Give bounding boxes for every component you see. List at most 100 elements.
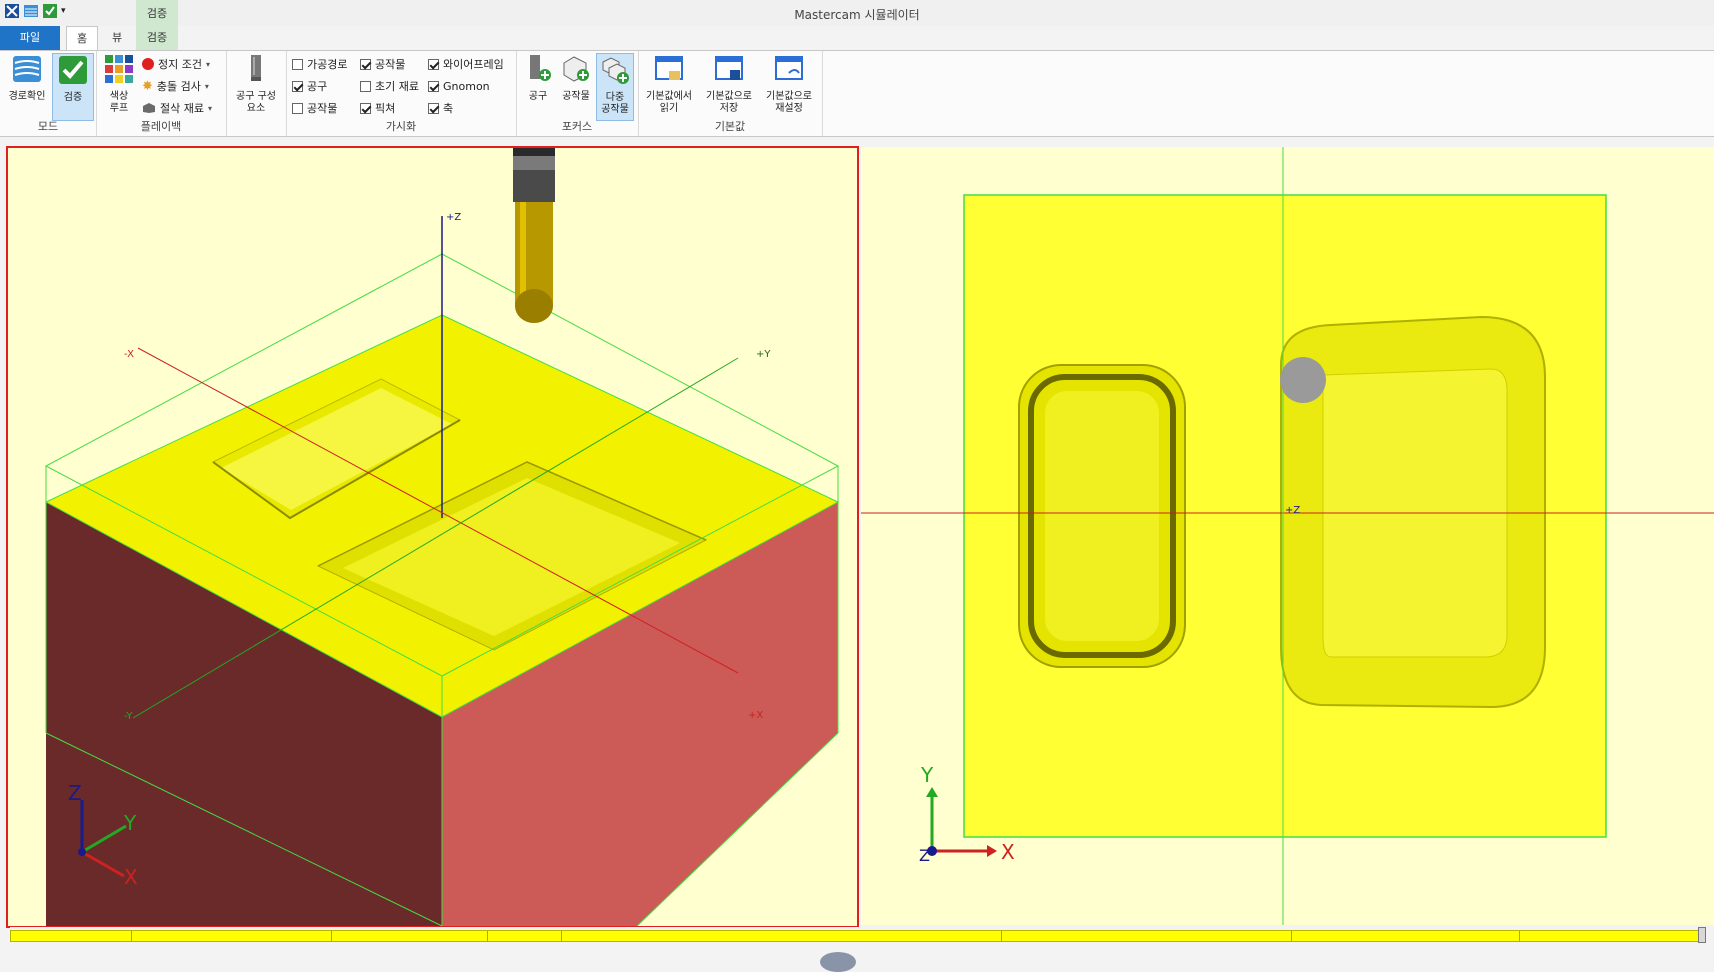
backplot-button[interactable]: 경로확인 xyxy=(4,53,50,103)
timeline-tick xyxy=(1519,931,1520,942)
collision-check-label: 충돌 검사 xyxy=(156,80,201,93)
vis-tool-box[interactable] xyxy=(292,80,303,92)
timeline-track[interactable] xyxy=(10,930,1700,942)
load-defaults-label: 기본값에서 읽기 xyxy=(646,91,692,114)
verify-button[interactable]: 검증 xyxy=(52,53,94,121)
group-mode-label: 모드 xyxy=(37,120,59,133)
tab-home[interactable]: 홈 xyxy=(66,26,98,51)
timeline-tick xyxy=(131,931,132,942)
tab-verify[interactable]: 검증 xyxy=(136,26,178,50)
playback-timeline[interactable] xyxy=(10,927,1708,947)
load-defaults-button[interactable]: 기본값에서 읽기 xyxy=(640,53,698,115)
axis-label-plus-x: +X xyxy=(748,710,763,721)
group-defaults-label: 기본값 xyxy=(714,120,746,133)
vis-gnomon-box[interactable] xyxy=(428,80,439,92)
stop-conditions-button[interactable]: 정지 조건 ▾ xyxy=(142,55,210,73)
timeline-tick xyxy=(487,931,488,942)
top-viewport[interactable]: +Z Y X Z xyxy=(861,147,1714,925)
group-playback-label: 플레이백 xyxy=(140,120,182,133)
focus-workpiece-label: 공작물 xyxy=(562,91,590,102)
group-visibility-label: 가시화 xyxy=(385,120,417,133)
timeline-thumb[interactable] xyxy=(1698,927,1706,943)
vis-axes-checkbox[interactable]: 축 xyxy=(428,99,453,117)
vis-fixture-checkbox[interactable]: 픽쳐 xyxy=(360,99,395,117)
focus-tool-button[interactable]: 공구 xyxy=(520,53,556,103)
save-defaults-icon xyxy=(715,56,743,80)
stop-conditions-label: 정지 조건 xyxy=(158,58,202,71)
vis-tool-checkbox[interactable]: 공구 xyxy=(292,77,327,95)
vis-initial-stock-label: 초기 재료 xyxy=(375,80,419,93)
window-title: Mastercam 시뮬레이터 xyxy=(794,8,920,22)
group-defaults: 기본값에서 읽기 기본값으로 저장 기본값으로 재설정 기본값 xyxy=(638,51,823,136)
vis-axes-label: 축 xyxy=(443,102,454,115)
focus-multi-workpiece-icon xyxy=(602,57,629,84)
vis-stock-checkbox[interactable]: 공작물 xyxy=(360,55,405,73)
focus-workpiece-button[interactable]: 공작물 xyxy=(558,53,594,103)
vis-initial-stock-checkbox[interactable]: 초기 재료 xyxy=(360,77,419,95)
vis-workpiece-label: 공작물 xyxy=(307,102,338,115)
save-defaults-label: 기본값으로 저장 xyxy=(706,91,752,114)
vis-stock-label: 공작물 xyxy=(375,58,406,71)
cut-stock-button[interactable]: 절삭 재료 ▾ xyxy=(142,99,212,117)
gnomon-label-z-top: Z xyxy=(919,846,930,865)
ribbon-tabs: 파일 홈 뷰 검증 xyxy=(0,26,1714,51)
gnomon-label-x: X xyxy=(124,865,138,889)
focus-tool-label: 공구 xyxy=(528,91,548,102)
cut-stock-icon xyxy=(143,103,155,113)
status-indicator-icon xyxy=(820,952,856,972)
top-scene[interactable]: +Z Y X Z xyxy=(861,147,1714,925)
vis-workpiece-box[interactable] xyxy=(292,102,303,114)
boss-floor-top-view xyxy=(1045,391,1159,641)
vis-wireframe-checkbox[interactable]: 와이어프레임 xyxy=(428,55,504,73)
verify-check-icon xyxy=(59,56,87,84)
vis-fixture-box[interactable] xyxy=(360,102,371,114)
axis-label-plus-y: +Y xyxy=(756,349,771,360)
axis-label-minus-y: -Y xyxy=(124,711,133,722)
vis-tool-label: 공구 xyxy=(307,80,328,93)
tab-file[interactable]: 파일 xyxy=(0,26,60,50)
vis-stock-box[interactable] xyxy=(360,58,371,70)
timeline-tick xyxy=(1291,931,1292,942)
vis-axes-box[interactable] xyxy=(428,102,439,114)
group-focus-label: 포커스 xyxy=(561,120,593,133)
tool-parts-icon xyxy=(251,55,261,81)
gnomon-label-y-top: Y xyxy=(920,763,934,787)
backplot-icon xyxy=(13,56,41,82)
vis-initial-stock-box[interactable] xyxy=(360,80,371,92)
vis-toolpath-box[interactable] xyxy=(292,58,303,70)
status-bar xyxy=(0,950,1714,972)
color-loop-button[interactable]: 색상 루프 xyxy=(102,53,136,115)
tab-view[interactable]: 뷰 xyxy=(102,26,132,50)
vis-wireframe-box[interactable] xyxy=(428,58,439,70)
vis-gnomon-checkbox[interactable]: Gnomon xyxy=(428,77,490,95)
group-visibility: 가공경로 공구 공작물 공작물 초기 재료 픽쳐 와이어프레임 Gnomon 축… xyxy=(286,51,517,136)
isometric-scene[interactable]: +Z -X +Y +X -Y Z Y X xyxy=(8,148,857,926)
axis-label-z-top: +Z xyxy=(1285,505,1300,516)
group-mode: 경로확인 검증 모드 xyxy=(0,51,97,136)
cut-stock-label: 절삭 재료 xyxy=(160,102,204,115)
verify-label: 검증 xyxy=(63,92,83,103)
vis-workpiece-checkbox[interactable]: 공작물 xyxy=(292,99,337,117)
focus-multi-workpiece-button[interactable]: 다중 공작물 xyxy=(596,53,634,121)
tool-parts-label: 공구 구성 요소 xyxy=(236,91,276,114)
vis-fixture-label: 픽쳐 xyxy=(375,102,396,115)
vis-gnomon-label: Gnomon xyxy=(443,79,490,93)
save-defaults-button[interactable]: 기본값으로 저장 xyxy=(700,53,758,115)
load-defaults-icon xyxy=(655,56,683,80)
vis-wireframe-label: 와이어프레임 xyxy=(443,58,504,71)
axis-label-plus-z: +Z xyxy=(446,212,461,223)
title-bar: ▾ Mastercam 시뮬레이터 xyxy=(0,0,1714,26)
timeline-tick xyxy=(331,931,332,942)
collision-check-button[interactable]: ✸ 충돌 검사 ▾ xyxy=(142,77,209,95)
stop-icon xyxy=(142,58,154,70)
vis-toolpath-checkbox[interactable]: 가공경로 xyxy=(292,55,347,73)
timeline-tick xyxy=(561,931,562,942)
context-tab-label: 검증 xyxy=(146,7,168,20)
tool-parts-button[interactable]: 공구 구성 요소 xyxy=(230,53,282,115)
group-tool-parts: 공구 구성 요소 xyxy=(226,51,287,136)
vis-toolpath-label: 가공경로 xyxy=(307,58,348,71)
reset-defaults-button[interactable]: 기본값으로 재설정 xyxy=(760,53,818,115)
isometric-viewport[interactable]: +Z -X +Y +X -Y Z Y X xyxy=(6,146,859,928)
collision-check-dropdown-icon: ▾ xyxy=(204,81,209,91)
color-loop-icon xyxy=(105,55,133,83)
